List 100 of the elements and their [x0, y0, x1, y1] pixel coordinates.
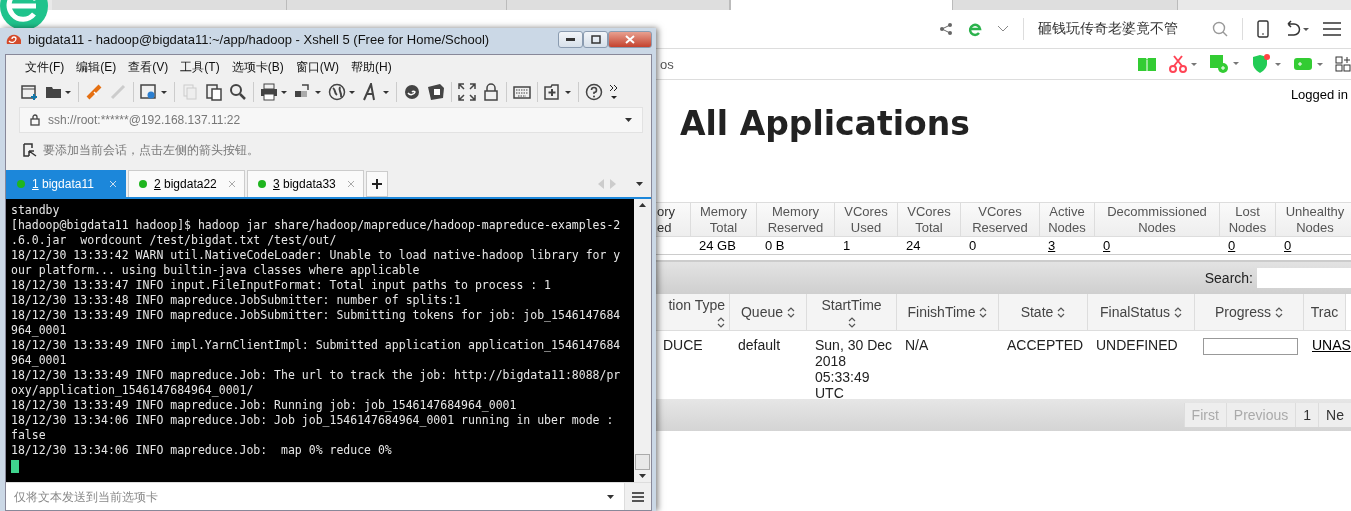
- column-header: Memory Total: [691, 202, 757, 237]
- caret-icon[interactable]: [625, 118, 632, 122]
- minimize-button[interactable]: [558, 30, 583, 48]
- help-icon[interactable]: [585, 83, 603, 101]
- menu-item[interactable]: 窗口(W): [295, 58, 349, 76]
- sort-icon[interactable]: [1057, 306, 1066, 318]
- share-icon[interactable]: [939, 22, 953, 36]
- terminal-line: .6.0.jar wordcount /test/bigdat.txt /test/out/: [11, 233, 338, 248]
- close-icon[interactable]: [109, 180, 117, 188]
- search-suggestion[interactable]: 砸钱玩传奇老婆竟不管: [1038, 20, 1198, 38]
- bookmark-item[interactable]: os: [660, 56, 1125, 72]
- tracking-link[interactable]: UNAS: [1312, 337, 1351, 353]
- column-header[interactable]: StartTime: [807, 294, 897, 330]
- terminal-line: 964_0001: [11, 323, 68, 338]
- scrollbar[interactable]: [634, 199, 651, 482]
- browser-engine-icon[interactable]: [967, 21, 983, 37]
- table-cell: Sun, 30 Dec 2018 05:33:49 UTC: [815, 337, 893, 401]
- table-cell: DUCE: [663, 337, 703, 353]
- column-header[interactable]: Queue: [730, 294, 807, 330]
- menu-item[interactable]: 查看(V): [128, 58, 179, 76]
- menu-button[interactable]: [624, 483, 651, 510]
- column-header: VCores Reserved: [961, 202, 1040, 237]
- apps-icon[interactable]: [1335, 56, 1351, 72]
- address-bar[interactable]: ssh://root:******@192.168.137.11:22: [19, 107, 643, 133]
- scroll-up-icon[interactable]: [639, 203, 646, 207]
- terminal-line: 18/12/30 13:34:06 INFO mapreduce.Job: map 0% reduce 0%: [11, 443, 393, 458]
- search-field[interactable]: [1257, 268, 1351, 288]
- menu-item[interactable]: 选项卡(B): [231, 58, 294, 76]
- session-tab[interactable]: 2 bigdata22: [128, 170, 245, 197]
- keyboard-icon[interactable]: [513, 83, 531, 101]
- session-tab[interactable]: 3 bigdata33: [247, 170, 364, 197]
- paste-icon[interactable]: [205, 83, 223, 101]
- properties-icon[interactable]: [140, 83, 168, 101]
- session-tab[interactable]: 1 bigdata11: [6, 170, 126, 197]
- chevron-icon[interactable]: [997, 25, 1009, 33]
- scissors-icon[interactable]: [1169, 55, 1197, 73]
- table-cell: N/A: [905, 337, 929, 353]
- terminal-line: 18/12/30 13:33:47 INFO input.FileInputFormat: Total input paths to process : 1: [11, 278, 553, 293]
- terminal-line: 18/12/30 13:33:48 INFO mapreduce.JobSubmitter: number of splits:1: [11, 293, 463, 308]
- sort-icon[interactable]: [787, 306, 795, 318]
- table-cell: 0 B: [765, 238, 785, 253]
- table-link[interactable]: 3: [1048, 238, 1056, 253]
- table-link[interactable]: 0: [1228, 238, 1236, 253]
- close-button[interactable]: [608, 30, 652, 48]
- terminal-line: 18/12/30 13:33:49 INFO mapreduce.Job: Running job: job_1546147684964_0001: [11, 398, 518, 413]
- menu-item[interactable]: 编辑(E): [76, 58, 127, 76]
- window-title: bigdata11 - hadoop@bigdata11:~/app/hadoop - Xshell 5 (Free for Home/School): [28, 31, 491, 47]
- fullscreen-icon[interactable]: [458, 83, 476, 101]
- more-icon[interactable]: [609, 83, 619, 101]
- caret-icon[interactable]: [636, 181, 643, 186]
- column-header[interactable]: FinishTime: [897, 294, 999, 330]
- column-header[interactable]: Trac: [1304, 294, 1346, 330]
- search-label: Search:: [1204, 270, 1253, 286]
- menu-item[interactable]: 文件(F): [25, 58, 75, 76]
- lock-icon[interactable]: [482, 83, 500, 101]
- search-icon[interactable]: [229, 83, 247, 101]
- table-cell: 0: [969, 238, 977, 253]
- table-cell: 1: [843, 238, 851, 253]
- menu-icon: [632, 491, 644, 502]
- menu-item[interactable]: 帮助(H): [351, 58, 402, 76]
- scroll-down-icon[interactable]: [639, 474, 646, 478]
- table-link[interactable]: 0: [1103, 238, 1111, 253]
- terminal-line: 18/12/30 13:33:42 WARN util.NativeCodeLoader: Unable to load native-hadoop library for y: [11, 248, 622, 263]
- scrollbar-thumb[interactable]: [635, 454, 650, 470]
- menu-item[interactable]: 工具(T): [180, 58, 230, 76]
- terminal-line: 18/12/30 13:33:49 INFO impl.YarnClientImpl: Submitted application application_1546147684: [11, 338, 622, 353]
- menu-icon[interactable]: [1323, 22, 1341, 36]
- column-header[interactable]: tion Type: [655, 294, 730, 330]
- text-input[interactable]: 仅将文本发送到当前选项卡: [6, 488, 607, 505]
- new-session-icon[interactable]: [21, 83, 39, 101]
- sort-icon[interactable]: [847, 316, 856, 328]
- paging-button[interactable]: 1: [1295, 403, 1319, 427]
- column-header[interactable]: State: [999, 294, 1088, 330]
- table-cell: UNDEFINED: [1096, 337, 1178, 353]
- terminal-line: 18/12/30 13:34:06 INFO mapreduce.Job: Job job_1546147684964_0001 running in uber mode :: [11, 413, 615, 428]
- phone-icon[interactable]: [1257, 20, 1269, 38]
- maximize-button[interactable]: [583, 30, 608, 48]
- sort-icon[interactable]: [1174, 306, 1182, 318]
- app-logo-icon: [6, 32, 22, 46]
- arrow-icon[interactable]: [23, 143, 37, 157]
- add-tab-button[interactable]: [366, 171, 388, 197]
- print-icon[interactable]: [260, 83, 288, 101]
- column-header[interactable]: Progress: [1195, 294, 1304, 330]
- column-header[interactable]: FinalStatus: [1088, 294, 1195, 330]
- terminal-line: our platform... using builtin-java classes where applicable: [11, 263, 421, 278]
- sort-icon[interactable]: [717, 316, 725, 328]
- sort-icon[interactable]: [979, 306, 988, 318]
- font-icon[interactable]: [362, 83, 390, 101]
- terminal-line: [hadoop@bigdata11 hadoop]$ hadoop jar share/hadoop/mapreduce/hadoop-mapreduce-examples-2: [11, 218, 622, 233]
- sort-icon[interactable]: [1275, 306, 1283, 318]
- paging-button[interactable]: Ne: [1318, 403, 1351, 427]
- terminal-line: 18/12/30 13:33:49 INFO mapreduce.Job: The url to track the job: http://bigdata11:8088/pr: [11, 368, 622, 383]
- spiral-icon[interactable]: [403, 83, 421, 101]
- shield-icon[interactable]: [1251, 54, 1281, 74]
- table-cell: default: [738, 337, 781, 353]
- new-tab-icon[interactable]: [544, 83, 572, 101]
- table-cell: 24: [906, 238, 921, 253]
- table-link[interactable]: 0: [1284, 238, 1292, 253]
- caret-icon[interactable]: [607, 494, 614, 499]
- globe-icon[interactable]: [328, 83, 356, 101]
